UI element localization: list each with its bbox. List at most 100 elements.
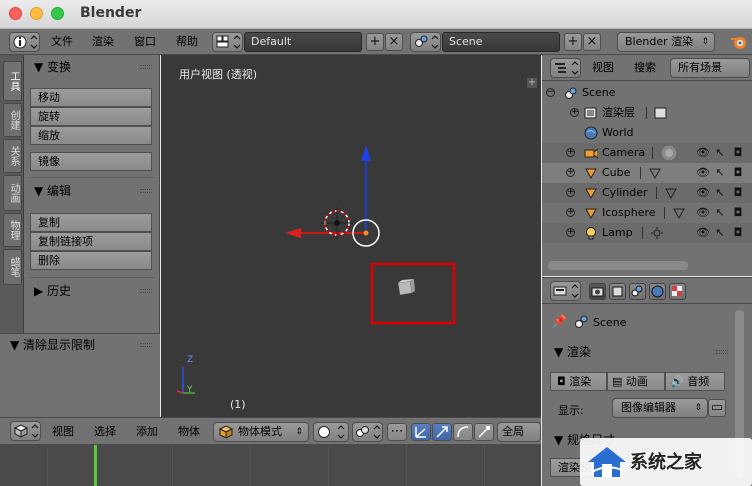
- selectability-cursor-icon[interactable]: ↖: [714, 166, 726, 179]
- expand-toggle-icon[interactable]: +: [566, 168, 575, 177]
- outliner-horizontal-scrollbar[interactable]: [548, 261, 688, 270]
- render-panel-header[interactable]: ▼ 渲染: [542, 340, 736, 364]
- renderability-camera-icon[interactable]: ◘: [732, 226, 744, 239]
- expand-toggle-icon[interactable]: +: [566, 228, 575, 237]
- tab-relations[interactable]: 关系: [3, 139, 22, 173]
- manipulator-toggle[interactable]: [411, 423, 431, 441]
- visibility-eye-icon[interactable]: 👁: [696, 226, 710, 239]
- zoom-window-button[interactable]: [51, 7, 64, 20]
- interaction-mode-select[interactable]: 物体模式 ⇕: [213, 422, 309, 442]
- expand-toggle-icon[interactable]: +: [566, 148, 575, 157]
- selectability-cursor-icon[interactable]: ↖: [714, 206, 726, 219]
- tab-animation[interactable]: 动画: [3, 175, 22, 211]
- expand-toggle-icon[interactable]: +: [566, 188, 575, 197]
- current-frame-line[interactable]: [94, 445, 97, 486]
- render-layers-context-tab[interactable]: [609, 283, 626, 300]
- 3d-view-editor-type-button[interactable]: [10, 421, 41, 441]
- drag-grip-icon[interactable]: [716, 350, 728, 354]
- render-engine-select[interactable]: Blender 渲染 ⇕: [617, 32, 715, 52]
- render-audio-button[interactable]: 🔊 音频: [665, 372, 725, 391]
- visibility-eye-icon[interactable]: 👁: [696, 186, 710, 199]
- select-menu[interactable]: 选择: [94, 422, 116, 442]
- pin-icon[interactable]: 📌: [552, 314, 567, 328]
- viewport-shading-select[interactable]: [313, 422, 349, 442]
- timeline-area[interactable]: [0, 445, 541, 486]
- render-context-tab[interactable]: [589, 283, 606, 300]
- object-menu[interactable]: 物体: [178, 422, 200, 442]
- outliner-row-scene[interactable]: − Scene: [542, 83, 752, 103]
- tab-physics[interactable]: 物理: [3, 213, 22, 247]
- rotate-button[interactable]: 旋转: [30, 107, 152, 126]
- texture-context-tab[interactable]: [669, 283, 686, 300]
- cube-object-icon[interactable]: [397, 279, 415, 296]
- render-image-button[interactable]: ◘ 渲染: [550, 372, 607, 391]
- 3d-viewport[interactable]: 用户视图 (透视) + Z Y (1): [161, 55, 541, 417]
- translate-button[interactable]: 移动: [30, 88, 152, 107]
- 3d-cursor-icon[interactable]: [321, 207, 353, 239]
- outliner-row-icosphere[interactable]: + Icosphere 👁 ↖ ◘: [542, 203, 752, 223]
- drag-grip-icon[interactable]: [140, 189, 152, 193]
- transform-manipulator[interactable]: [285, 145, 380, 247]
- tab-grease-pencil[interactable]: 蜡笔: [3, 249, 22, 285]
- outliner-row-lamp[interactable]: + Lamp 👁 ↖ ◘: [542, 223, 752, 243]
- screen-layout-field[interactable]: Default: [244, 32, 362, 52]
- tab-create[interactable]: 创建: [3, 103, 22, 137]
- visibility-eye-icon[interactable]: 👁: [696, 146, 710, 159]
- view-menu[interactable]: 视图: [52, 422, 74, 442]
- selectability-cursor-icon[interactable]: ↖: [714, 186, 726, 199]
- rotate-manipulator-toggle[interactable]: [453, 423, 473, 441]
- menu-window[interactable]: 窗口: [134, 32, 156, 52]
- selectability-cursor-icon[interactable]: ↖: [714, 146, 726, 159]
- outliner-menu-search[interactable]: 搜索: [634, 58, 656, 78]
- duplicate-linked-button[interactable]: 复制链接项: [30, 232, 152, 251]
- pivot-point-select[interactable]: [352, 422, 383, 442]
- minimize-window-button[interactable]: [30, 7, 43, 20]
- outliner-row-render-layers[interactable]: + 渲染层: [542, 103, 752, 123]
- scene-field[interactable]: Scene: [442, 32, 560, 52]
- tab-tools[interactable]: 工具: [3, 61, 22, 101]
- menu-file[interactable]: 文件: [51, 32, 73, 52]
- outliner-editor-type-button[interactable]: [550, 58, 581, 78]
- outliner-row-camera[interactable]: + Camera 👁 ↖ ◘: [542, 143, 752, 163]
- visibility-eye-icon[interactable]: 👁: [696, 206, 710, 219]
- operator-panel-header[interactable]: ▼ 清除显示限制: [0, 335, 160, 355]
- menu-help[interactable]: 帮助: [176, 32, 198, 52]
- lock-interface-toggle[interactable]: ▭: [708, 399, 726, 417]
- renderability-camera-icon[interactable]: ◘: [732, 146, 744, 159]
- editor-type-button[interactable]: [9, 32, 40, 52]
- renderability-camera-icon[interactable]: ◘: [732, 186, 744, 199]
- scene-browse-button[interactable]: [410, 32, 441, 52]
- outliner-row-world[interactable]: World: [542, 123, 752, 143]
- menu-render[interactable]: 渲染: [92, 32, 114, 52]
- mirror-button[interactable]: 镜像: [30, 152, 152, 171]
- screen-layout-browse-button[interactable]: [212, 32, 243, 52]
- properties-editor-type-button[interactable]: [550, 281, 581, 301]
- outliner-row-cube[interactable]: + Cube 👁 ↖ ◘: [542, 163, 752, 183]
- add-screen-button[interactable]: +: [366, 33, 384, 51]
- expand-toggle-icon[interactable]: +: [570, 108, 579, 117]
- collapse-toggle-icon[interactable]: −: [546, 88, 555, 97]
- outliner-filter-select[interactable]: 所有场景: [670, 58, 750, 78]
- display-mode-select[interactable]: 图像编辑器 ⇕: [612, 398, 708, 418]
- history-panel-header[interactable]: ▶ 历史: [24, 281, 160, 301]
- renderability-camera-icon[interactable]: ◘: [732, 166, 744, 179]
- visibility-eye-icon[interactable]: 👁: [696, 166, 710, 179]
- delete-button[interactable]: 删除: [30, 251, 152, 270]
- add-menu[interactable]: 添加: [136, 422, 158, 442]
- transform-orientation-select[interactable]: 全局: [497, 422, 541, 442]
- outliner-menu-view[interactable]: 视图: [592, 58, 614, 78]
- close-window-button[interactable]: [9, 7, 22, 20]
- drag-grip-icon[interactable]: [140, 289, 152, 293]
- duplicate-button[interactable]: 复制: [30, 213, 152, 232]
- scale-manipulator-toggle[interactable]: [474, 423, 494, 441]
- expand-toggle-icon[interactable]: +: [566, 208, 575, 217]
- renderability-camera-icon[interactable]: ◘: [732, 206, 744, 219]
- world-context-tab[interactable]: [649, 283, 666, 300]
- render-animation-button[interactable]: ▤ 动画: [607, 372, 665, 391]
- translate-manipulator-toggle[interactable]: [432, 423, 452, 441]
- scale-button[interactable]: 缩放: [30, 126, 152, 145]
- delete-scene-button[interactable]: ×: [583, 33, 601, 51]
- drag-grip-icon[interactable]: [140, 343, 152, 347]
- scene-context-tab[interactable]: [629, 283, 646, 300]
- drag-grip-icon[interactable]: [140, 65, 152, 69]
